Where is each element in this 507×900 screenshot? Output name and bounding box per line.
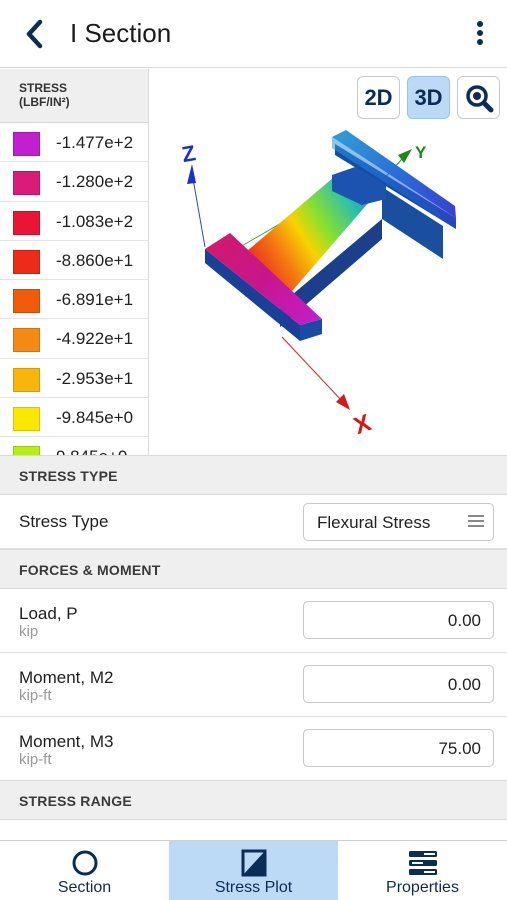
legend-item: -1.477e+2 bbox=[0, 123, 148, 163]
legend-item: -6.891e+1 bbox=[0, 280, 148, 320]
legend-item: -1.280e+2 bbox=[0, 162, 148, 202]
force-value: 75.00 bbox=[438, 739, 481, 758]
tab-properties-label: Properties bbox=[386, 879, 459, 896]
tab-section-label: Section bbox=[57, 879, 112, 896]
legend-swatch bbox=[13, 132, 40, 156]
legend-value: -1.477e+2 bbox=[56, 133, 134, 152]
section-header-stress-type: STRESS TYPE bbox=[0, 455, 507, 495]
y-axis-label: Y bbox=[415, 143, 427, 162]
legend-value: -1.083e+2 bbox=[56, 211, 134, 231]
stress-type-label: Stress Type bbox=[19, 512, 109, 531]
section-3d-render[interactable]: Z Y X bbox=[150, 69, 507, 455]
stress-plot-icon bbox=[241, 849, 266, 877]
force-label: Load, P bbox=[19, 604, 78, 623]
legend-value: -2.953e+1 bbox=[56, 368, 134, 388]
legend-units: (LBF/IN²) bbox=[19, 95, 70, 109]
legend-value: -4.922e+1 bbox=[56, 329, 134, 349]
back-button[interactable] bbox=[20, 16, 52, 52]
legend-item: 9.845e+0 bbox=[0, 437, 148, 455]
tab-properties[interactable]: Properties bbox=[338, 841, 507, 900]
stress-plot-view[interactable]: Z Y X 2D 3D bbox=[150, 69, 507, 455]
force-value-input[interactable]: 0.00 bbox=[303, 601, 494, 639]
force-value-input[interactable]: 0.00 bbox=[303, 665, 494, 703]
legend-value: -9.845e+0 bbox=[56, 408, 134, 428]
legend-value: -1.280e+2 bbox=[56, 172, 134, 192]
z-axis-arrow bbox=[187, 164, 196, 184]
view-2d-button[interactable]: 2D bbox=[357, 76, 400, 119]
tab-stress-plot[interactable]: Stress Plot bbox=[169, 841, 338, 900]
more-options-button[interactable] bbox=[468, 18, 492, 48]
legend-swatch bbox=[13, 249, 40, 274]
force-unit: kip-ft bbox=[19, 751, 52, 768]
legend-swatch bbox=[13, 210, 40, 235]
bottom-tab-bar: Section Stress Plot Properties bbox=[0, 840, 507, 900]
stress-legend[interactable]: STRESS (LBF/IN²) -1.477e+2 -1.280e+2 -1.08… bbox=[0, 69, 149, 455]
z-axis-label: Z bbox=[180, 140, 198, 167]
more-vertical-icon bbox=[477, 21, 483, 45]
legend-title: STRESS bbox=[19, 81, 68, 95]
chevron-left-icon bbox=[26, 19, 43, 49]
legend-item: -8.860e+1 bbox=[0, 241, 148, 281]
force-row: Load, Pkip 0.00 bbox=[0, 589, 507, 653]
z-axis-line bbox=[191, 172, 206, 248]
section-header-forces: FORCES & MOMENT bbox=[0, 549, 507, 589]
force-label: Moment, M2 bbox=[19, 668, 114, 687]
legend-swatch bbox=[13, 367, 40, 392]
stress-type-row: Stress Type Flexural Stress bbox=[0, 495, 507, 549]
force-label: Moment, M3 bbox=[19, 732, 114, 751]
force-unit: kip bbox=[19, 623, 39, 640]
zoom-button[interactable] bbox=[457, 76, 500, 119]
legend-value: -6.891e+1 bbox=[56, 290, 134, 310]
x-axis-line bbox=[281, 336, 343, 402]
tab-section[interactable]: Section bbox=[0, 841, 169, 900]
view-3d-button[interactable]: 3D bbox=[407, 76, 450, 119]
force-row: Moment, M2 kip-ft 0.00 bbox=[0, 653, 507, 717]
legend-item: -2.953e+1 bbox=[0, 359, 148, 399]
app-header: I Section bbox=[0, 0, 507, 68]
x-axis-label: X bbox=[350, 409, 374, 440]
force-value-input[interactable]: 75.00 bbox=[303, 729, 494, 767]
stress-range-row-partial bbox=[0, 820, 507, 840]
circle-icon bbox=[72, 850, 97, 876]
legend-header: STRESS (LBF/IN²) bbox=[0, 69, 148, 123]
legend-item: -1.083e+2 bbox=[0, 202, 148, 241]
stress-type-value: Flexural Stress bbox=[317, 513, 431, 532]
legend-value: 9.845e+0 bbox=[56, 447, 127, 455]
force-unit: kip-ft bbox=[19, 687, 52, 704]
legend-swatch bbox=[13, 328, 40, 353]
legend-swatch bbox=[13, 171, 40, 196]
legend-swatch bbox=[13, 289, 40, 314]
force-value: 0.00 bbox=[447, 611, 481, 630]
legend-swatch bbox=[13, 446, 40, 455]
legend-item: -9.845e+0 bbox=[0, 398, 148, 438]
force-value: 0.00 bbox=[447, 675, 481, 694]
stress-type-select[interactable]: Flexural Stress bbox=[303, 503, 494, 541]
legend-item: -4.922e+1 bbox=[0, 319, 148, 359]
properties-icon bbox=[408, 851, 437, 875]
tab-stress-plot-label: Stress Plot bbox=[214, 879, 293, 896]
section-header-stress-range: STRESS RANGE bbox=[0, 780, 507, 820]
legend-swatch bbox=[13, 407, 40, 432]
force-row: Moment, M3 kip-ft 75.00 bbox=[0, 717, 507, 781]
page-title: I Section bbox=[70, 18, 172, 48]
legend-value: -8.860e+1 bbox=[56, 250, 134, 270]
zoom-icon bbox=[466, 85, 494, 113]
menu-lines-icon bbox=[468, 515, 484, 527]
